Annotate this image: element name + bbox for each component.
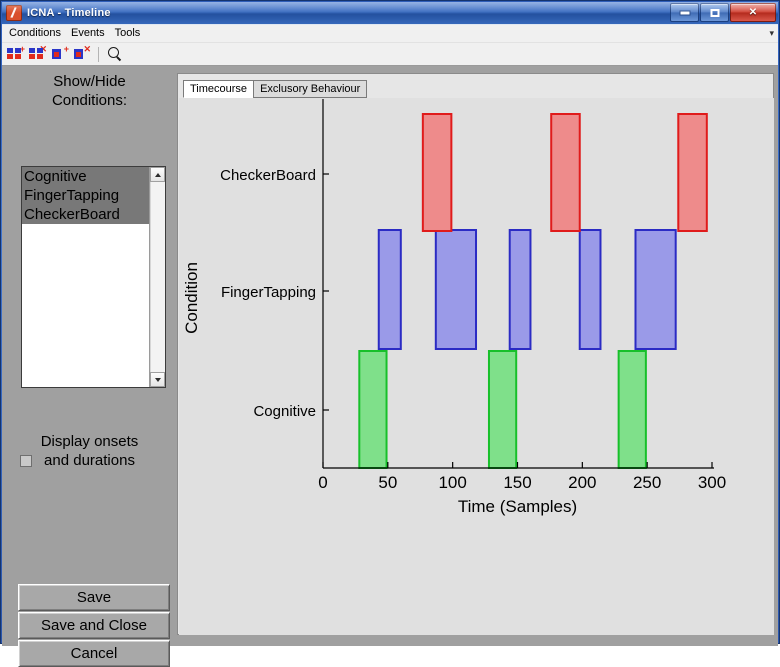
list-item[interactable]: FingerTapping (22, 186, 149, 205)
timeline-chart: 0 50 100 150 200 250 300 Cognitive FingerTapping… (179, 98, 774, 635)
bar-cognitive (358, 350, 388, 469)
scroll-up-icon[interactable] (150, 167, 165, 182)
menu-events[interactable]: Events (67, 26, 111, 41)
toolbar-separator (98, 46, 99, 62)
bar-cross-icon[interactable]: ✕ (73, 43, 91, 62)
left-panel: Show/Hide Conditions: Cognitive FingerTa… (2, 66, 177, 667)
bar-cognitive (487, 350, 518, 469)
client-area: Conditions Events Tools ▾ + ✕ + ✕ Show/H… (2, 24, 778, 667)
list-item[interactable]: CheckerBoard (22, 205, 149, 224)
x-tick-label: 100 (438, 473, 466, 492)
bar-fingertapping (434, 229, 478, 350)
tab-timecourse[interactable]: Timecourse (183, 80, 255, 98)
cross-marker: ✕ (83, 43, 91, 54)
menu-conditions[interactable]: Conditions (5, 26, 67, 41)
y-tick-label: Cognitive (253, 403, 316, 420)
y-tick-label: FingerTapping (221, 284, 316, 301)
display-onsets-checkbox[interactable] (20, 455, 32, 467)
list-item[interactable]: Cognitive (22, 167, 149, 186)
x-tick-label: 200 (568, 473, 596, 492)
window-controls: ✕ (670, 3, 776, 22)
bar-cognitive (617, 350, 647, 469)
tab-exclusory-behaviour[interactable]: Exclusory Behaviour (253, 80, 368, 98)
y-tick-label: CheckerBoard (220, 167, 316, 184)
plus-marker: + (63, 43, 69, 54)
application-window: ICNA - Timeline ✕ Conditions Events Tool… (0, 0, 780, 667)
x-tick-label: 50 (378, 473, 397, 492)
bar-checkerboard (677, 113, 708, 232)
display-onsets-line1: Display onsets (40, 433, 139, 450)
bar-fingertapping (578, 229, 602, 350)
matlab-icon (6, 5, 22, 21)
title-bar[interactable]: ICNA - Timeline ✕ (2, 2, 778, 24)
maximize-button[interactable] (700, 3, 729, 22)
bar-checkerboard (550, 113, 581, 232)
main-body: Show/Hide Conditions: Cognitive FingerTa… (2, 66, 778, 667)
bars-cross-icon[interactable]: ✕ (29, 43, 47, 62)
x-tick-label: 0 (318, 473, 327, 492)
conditions-list[interactable]: Cognitive FingerTapping CheckerBoard (22, 167, 149, 387)
show-hide-line2: Conditions: (51, 92, 128, 109)
list-scrollbar[interactable] (149, 167, 165, 387)
magnifier-icon[interactable] (107, 46, 123, 62)
conditions-listbox[interactable]: Cognitive FingerTapping CheckerBoard (21, 166, 166, 388)
bar-fingertapping (508, 229, 532, 350)
bar-fingertapping (377, 229, 402, 350)
cross-marker: ✕ (39, 43, 47, 54)
cancel-button[interactable]: Cancel (18, 640, 170, 667)
bar-plus-icon[interactable]: + (51, 43, 69, 62)
minimize-icon (679, 10, 690, 15)
show-hide-conditions-label: Show/Hide Conditions: (2, 72, 177, 110)
save-and-close-button[interactable]: Save and Close (18, 612, 170, 639)
close-icon: ✕ (748, 6, 758, 18)
x-tick-label: 300 (698, 473, 726, 492)
scroll-down-icon[interactable] (150, 372, 165, 387)
scrollbar-track[interactable] (150, 182, 165, 372)
maximize-icon (710, 8, 719, 17)
plus-marker: + (19, 43, 25, 54)
plot-area: 0 50 100 150 200 250 300 Cognitive FingerTapping… (179, 98, 774, 635)
menu-tools[interactable]: Tools (111, 26, 147, 41)
save-button[interactable]: Save (18, 584, 170, 611)
x-tick-label: 150 (503, 473, 531, 492)
y-axis-title: Condition (182, 262, 201, 334)
chevron-down-icon[interactable]: ▾ (769, 29, 774, 38)
x-axis-title: Time (Samples) (458, 497, 577, 516)
show-hide-line1: Show/Hide (53, 73, 126, 90)
close-button[interactable]: ✕ (730, 3, 776, 22)
x-tick-label: 250 (633, 473, 661, 492)
bar-fingertapping (634, 229, 677, 350)
window-title: ICNA - Timeline (27, 7, 111, 19)
minimize-button[interactable] (670, 3, 699, 22)
bars-plus-icon[interactable]: + (7, 43, 25, 62)
tab-strip: Timecourse Exclusory Behaviour (183, 79, 368, 98)
tab-panel: Timecourse Exclusory Behaviour 0 50 100 150… (177, 73, 774, 635)
menu-bar: Conditions Events Tools ▾ (2, 25, 778, 43)
bar-checkerboard (421, 113, 453, 232)
tool-bar: + ✕ + ✕ (2, 43, 778, 66)
